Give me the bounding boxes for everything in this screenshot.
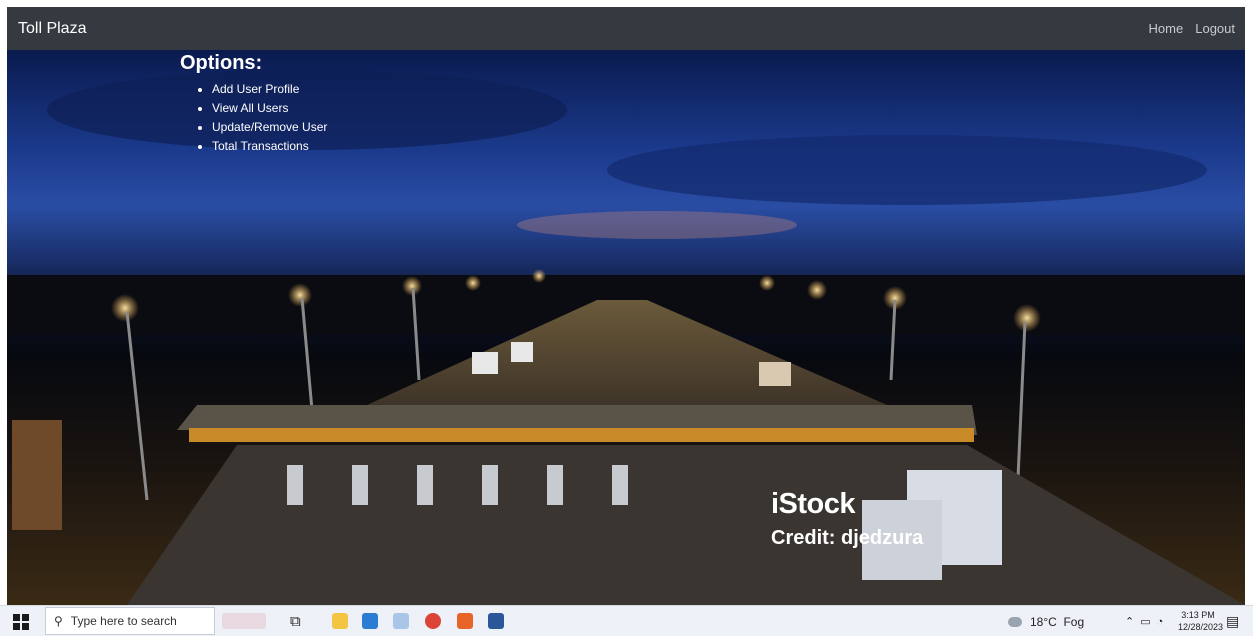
options-list: Add User Profile View All Users Update/R…	[180, 80, 327, 156]
clock[interactable]: 3:13 PM 12/28/2023	[1178, 609, 1224, 633]
windows-taskbar: ⚲ Type here to search ⧉ 18°C Fog ⌃ ▭ ◔ 3…	[0, 605, 1253, 636]
chrome-icon[interactable]	[425, 613, 441, 629]
watermark-credit: Credit: djedzura	[771, 527, 924, 549]
search-placeholder: Type here to search	[70, 614, 177, 628]
clock-time: 3:13 PM	[1181, 610, 1215, 620]
watermark-logo: iStock	[771, 488, 856, 520]
notification-icon[interactable]: ▤	[1226, 606, 1239, 637]
navbar-brand[interactable]: Toll Plaza	[18, 20, 86, 38]
word-icon[interactable]	[488, 613, 504, 629]
vscode-icon[interactable]	[362, 613, 378, 629]
news-widget-icon[interactable]	[222, 613, 266, 629]
paint-icon[interactable]	[393, 613, 409, 629]
option-add-user-profile[interactable]: Add User Profile	[212, 80, 327, 99]
browser-viewport: Toll Plaza Home Logout Options: • Add Us…	[7, 7, 1245, 605]
taskbar-search-box[interactable]: ⚲ Type here to search	[45, 607, 215, 635]
nav-links: Home Logout	[1149, 21, 1235, 36]
weather-widget[interactable]: 18°C Fog	[1008, 606, 1084, 637]
weather-icon	[1008, 616, 1022, 627]
navbar: Toll Plaza Home Logout	[7, 7, 1245, 50]
battery-icon[interactable]: ▭	[1140, 615, 1150, 628]
windows-start-icon[interactable]	[13, 606, 29, 637]
nav-link-logout[interactable]: Logout	[1195, 21, 1235, 36]
option-update-remove-user[interactable]: Update/Remove User	[212, 118, 327, 137]
git-app-icon[interactable]	[457, 613, 473, 629]
task-view-icon[interactable]: ⧉	[290, 606, 301, 637]
clock-date: 12/28/2023	[1178, 622, 1224, 632]
wifi-icon[interactable]: ◔	[1157, 616, 1164, 628]
nav-link-home[interactable]: Home	[1149, 21, 1184, 36]
file-explorer-icon[interactable]	[332, 613, 348, 629]
system-tray[interactable]: ⌃ ▭ ◔	[1125, 606, 1163, 637]
options-panel: Options: Add User Profile View All Users…	[180, 52, 327, 156]
options-title: Options:	[180, 52, 263, 74]
weather-text: 18°C Fog	[1030, 614, 1085, 629]
option-total-transactions[interactable]: Total Transactions	[212, 137, 327, 156]
chevron-up-icon[interactable]: ⌃	[1125, 615, 1134, 628]
search-icon: ⚲	[54, 614, 63, 628]
option-view-all-users[interactable]: View All Users	[212, 99, 327, 118]
istock-watermark: iStock Credit: djedzura	[771, 488, 923, 550]
